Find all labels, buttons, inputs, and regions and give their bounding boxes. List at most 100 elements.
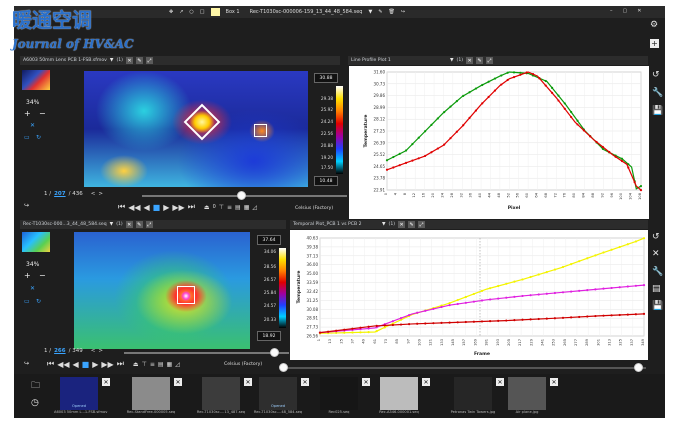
zoom-out-icon[interactable]: − [39,271,46,280]
rewind-icon[interactable]: ◀◀ [128,203,140,212]
thumbnail[interactable] [320,377,358,410]
expand-panel-icon[interactable]: ⤢ [486,57,494,64]
rewind-icon[interactable]: ◀◀ [57,360,69,369]
fast-forward-icon[interactable]: ▶▶ [172,203,184,212]
thumbnail[interactable] [202,377,240,410]
skip-end-icon[interactable]: ⏭ [188,202,195,212]
monitor-icon[interactable]: ▭ [24,134,30,141]
chevron-down-icon[interactable]: ▼ [450,58,454,63]
refresh-icon[interactable]: ↻ [36,134,41,141]
box-roi[interactable] [177,286,195,304]
skip-start-icon[interactable]: ⏮ [118,202,125,212]
hotspot-box[interactable] [183,103,221,141]
frame-step-icon[interactable]: ⏏ [133,361,139,368]
save-icon[interactable]: 💾 [652,106,663,116]
zoom-in-icon[interactable]: + [24,109,31,118]
bottom-scale-min[interactable]: 18.92 [257,331,281,341]
edit-panel-icon[interactable]: ✎ [135,57,143,64]
step-back-icon[interactable]: ◀ [144,203,150,212]
expand-icon[interactable]: ✕ [652,249,660,259]
top-video-title[interactable]: A6003 50mm Lens PCB 1-FSB.sfmov [23,58,107,63]
range-start-knob[interactable] [279,363,288,372]
expand-panel-icon[interactable]: ⤢ [145,221,153,228]
bottom-video-minimap[interactable] [22,232,50,252]
trash-icon[interactable]: 🗑 [389,9,395,15]
arrow-tool-icon[interactable]: ↗ [179,9,183,15]
remove-thumbnail-icon[interactable]: ✕ [550,378,558,386]
gear-icon[interactable]: ⚙ [650,20,658,30]
top-thermal-image[interactable] [84,71,308,187]
undo-icon[interactable]: ↺ [652,70,660,80]
grid-icon[interactable]: ▦ [244,204,250,211]
play-icon[interactable]: ▶ [92,360,98,369]
top-scale-max[interactable]: 30.88 [314,73,338,83]
filter-icon[interactable]: ⊤ [219,204,224,211]
line-profile-title[interactable]: Line Profile Plot 1 [351,58,447,63]
chevron-down-icon[interactable]: ▼ [368,9,372,15]
remove-thumbnail-icon[interactable]: ✕ [422,378,430,386]
bottom-timeline-knob[interactable] [270,348,279,357]
expand-panel-icon[interactable]: ⤢ [418,221,426,228]
remove-thumbnail-icon[interactable]: ✕ [174,378,182,386]
wrench-icon[interactable]: 🔧 [652,267,663,277]
next-frame-icon[interactable]: > [98,348,103,354]
undo-icon[interactable]: ↺ [652,232,660,242]
add-panel-icon[interactable]: + [650,39,659,48]
top-frame-current[interactable]: 207 [54,191,65,197]
thumbnail[interactable] [508,377,546,410]
close-button[interactable]: ✕ [637,8,641,14]
chevron-down-icon[interactable]: ▼ [110,222,114,227]
next-frame-icon[interactable]: > [98,191,103,197]
edit-panel-icon[interactable]: ✎ [476,57,484,64]
save-icon[interactable]: 💾 [652,301,663,311]
refresh-icon[interactable]: ↻ [36,298,41,305]
play-icon[interactable]: ▶ [163,203,169,212]
temporal-range-slider[interactable] [284,367,646,369]
sliders-icon[interactable]: ≡ [150,361,155,368]
maximize-button[interactable]: ▢ [623,8,628,14]
skip-start-icon[interactable]: ⏮ [47,359,54,369]
frame-step-icon[interactable]: ⏏ [204,204,210,211]
sliders-icon[interactable]: ≡ [227,204,232,211]
edit-panel-icon[interactable]: ✎ [408,221,416,228]
stop-icon[interactable]: ■ [153,203,161,212]
fit-icon[interactable]: ✕ [30,285,35,292]
top-video-minimap[interactable] [22,70,50,90]
pencil-icon[interactable]: ✎ [378,9,382,15]
line-profile-chart[interactable]: 31.60 30.73 29.86 28.99 28.12 27.25 26.39 25.52… [349,66,649,219]
prev-frame-icon[interactable]: < [91,348,96,354]
edit-panel-icon[interactable]: ✎ [135,221,143,228]
bottom-scale-max[interactable]: 37.64 [257,235,281,245]
fit-icon[interactable]: ✕ [30,122,35,129]
remove-thumbnail-icon[interactable]: ✕ [102,378,110,386]
remove-thumbnail-icon[interactable]: ✕ [362,378,370,386]
folder-icon[interactable]: 🗀 [31,378,40,394]
share-icon[interactable]: ↪ [24,360,29,367]
temporal-title[interactable]: Temporal Plot_PCB 1 vs PCB 2 [293,222,379,227]
remove-thumbnail-icon[interactable]: ✕ [244,378,252,386]
stop-icon[interactable]: ■ [82,360,90,369]
bottom-video-title[interactable]: Rec-T1030sc-000...3_44_48_584.seq [23,222,107,227]
top-units[interactable]: Celsius (Factory) [295,206,333,211]
file-select[interactable]: Rec-T1030sc-000006-159_13_44_48_584.seq [250,9,363,15]
bottom-frame-current[interactable]: 266 [54,348,65,354]
bottom-thermal-image[interactable] [74,232,250,349]
share-icon[interactable]: ↪ [24,202,29,209]
monitor-icon[interactable]: ▭ [24,298,30,305]
bottom-colorbar[interactable] [279,248,286,328]
wrench-icon[interactable]: 🔧 [652,88,663,98]
report-icon[interactable]: ▤ [652,284,661,294]
thumbnail[interactable] [380,377,418,410]
fast-forward-icon[interactable]: ▶▶ [101,360,113,369]
temporal-chart[interactable]: 40.63 39.38 37.13 36.00 35.00 33.59 32.42 31.25… [290,230,648,360]
palette-icon[interactable]: ▤ [158,361,164,368]
chart-icon[interactable]: ◿ [175,361,180,368]
palette-icon[interactable]: ▤ [235,204,241,211]
expand-panel-icon[interactable]: ⤢ [145,57,153,64]
skip-end-icon[interactable]: ⏭ [117,359,124,369]
grid-icon[interactable]: ▦ [167,361,173,368]
clock-icon[interactable]: ◷ [31,398,39,408]
share-icon[interactable]: ↪ [401,9,405,15]
box-roi[interactable] [254,124,267,137]
thumbnail[interactable] [132,377,170,410]
